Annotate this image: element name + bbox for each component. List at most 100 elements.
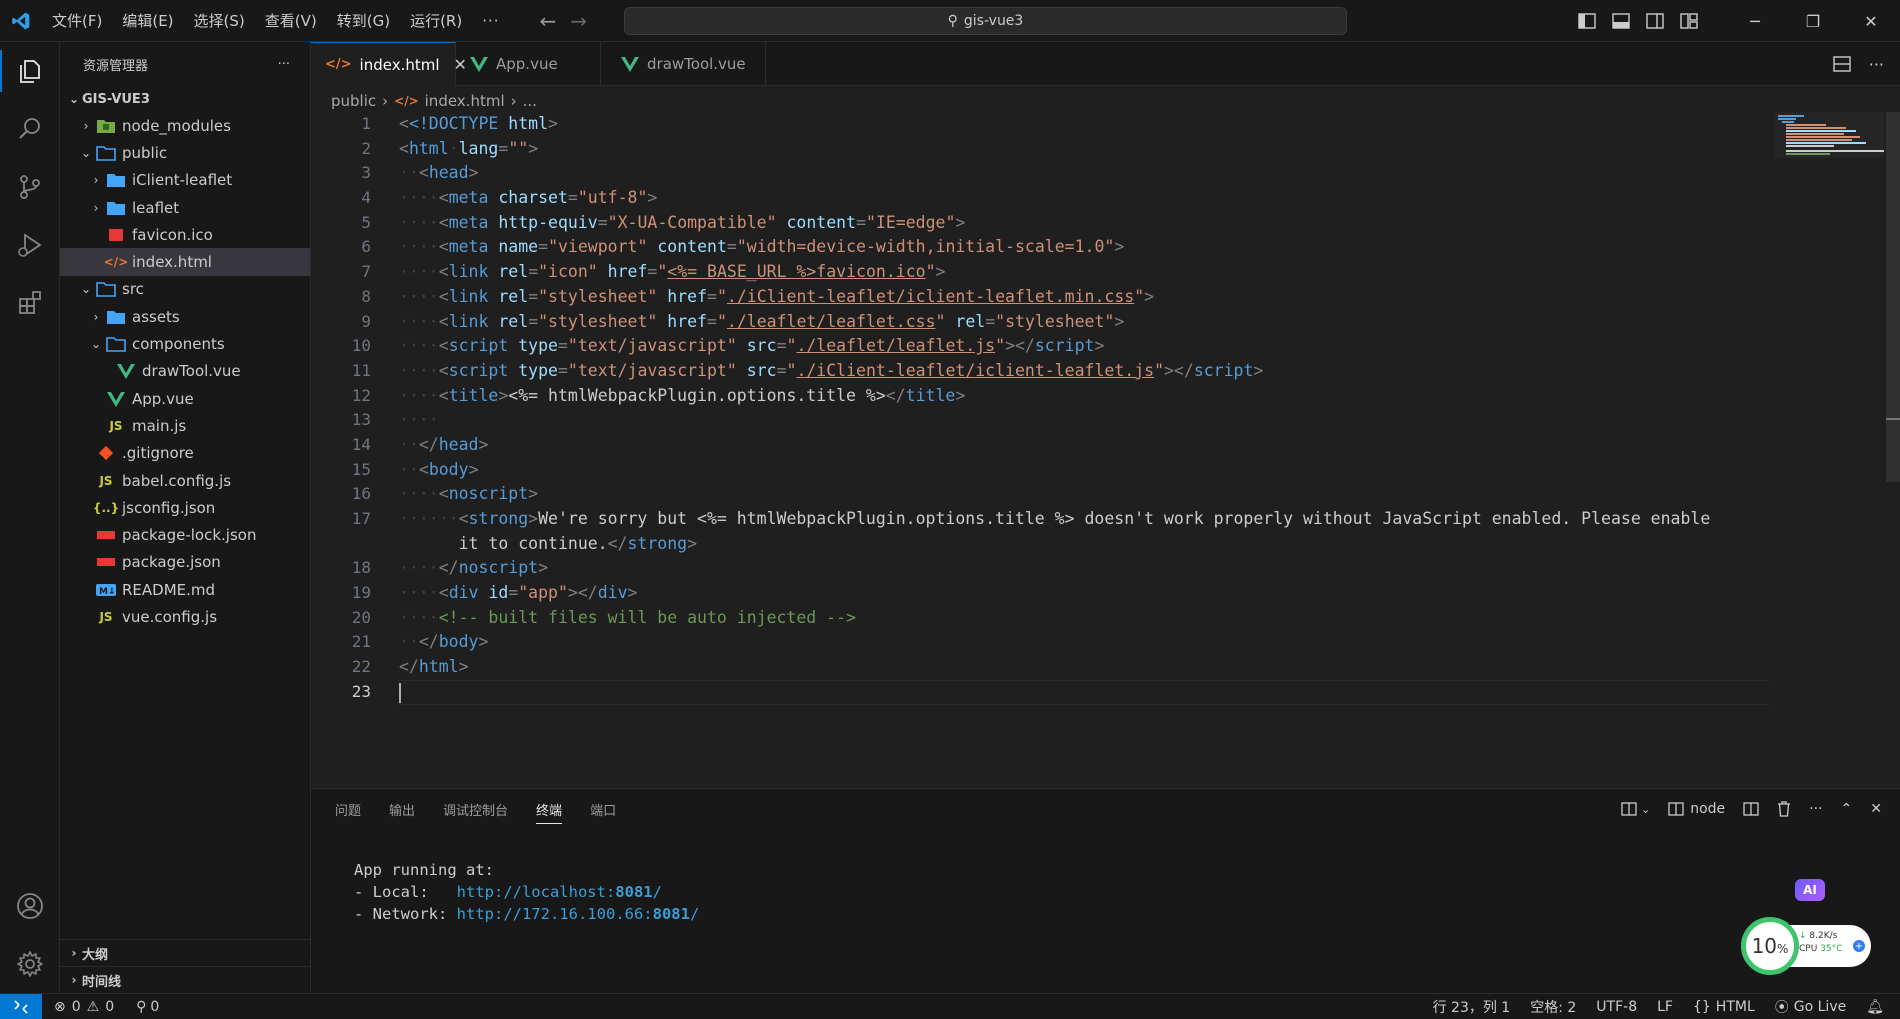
trash-icon[interactable] bbox=[1777, 801, 1791, 817]
encoding[interactable]: UTF-8 bbox=[1596, 999, 1637, 1015]
extensions-activity[interactable] bbox=[0, 274, 60, 332]
tree-item-vue-config[interactable]: JS vue.config.js bbox=[60, 603, 310, 630]
explorer-activity[interactable] bbox=[0, 42, 60, 100]
terminal-instance[interactable]: node bbox=[1668, 801, 1725, 817]
back-arrow-icon[interactable]: ← bbox=[540, 9, 557, 33]
toggle-panel-icon[interactable] bbox=[1612, 13, 1630, 29]
manage-activity[interactable] bbox=[0, 935, 60, 993]
outline-section[interactable]: › 大纲 bbox=[60, 939, 311, 966]
command-center-search[interactable]: ⚲ gis-vue3 bbox=[624, 7, 1347, 35]
breadcrumb-more[interactable]: ... bbox=[523, 92, 537, 110]
run-debug-activity[interactable] bbox=[0, 216, 60, 274]
go-live-label: Go Live bbox=[1793, 999, 1847, 1015]
code-link-token[interactable]: ./leaflet/leaflet.css bbox=[727, 312, 936, 331]
breadcrumb-folder[interactable]: public bbox=[331, 92, 376, 110]
title-bar: 文件(F) 编辑(E) 选择(S) 查看(V) 转到(G) 运行(R) ··· … bbox=[0, 0, 1900, 42]
forward-arrow-icon[interactable]: → bbox=[570, 9, 587, 33]
close-window-button[interactable]: ✕ bbox=[1842, 0, 1900, 42]
bell-icon[interactable]: 🔔︎ bbox=[1866, 999, 1884, 1015]
code-token: script bbox=[1034, 336, 1095, 356]
minimap[interactable] bbox=[1774, 112, 1884, 172]
scrollbar-thumb[interactable] bbox=[1886, 112, 1900, 482]
local-url-link[interactable]: http://localhost:8081/ bbox=[457, 883, 662, 901]
split-editor-icon[interactable] bbox=[1833, 56, 1851, 72]
warning-icon: ⚠ bbox=[86, 998, 100, 1015]
tree-item-gitignore[interactable]: .gitignore bbox=[60, 440, 310, 467]
tree-item-src[interactable]: ⌄ src bbox=[60, 276, 310, 303]
tree-item-main-js[interactable]: JS main.js bbox=[60, 412, 310, 439]
search-activity[interactable] bbox=[0, 100, 60, 158]
tree-item-app-vue[interactable]: App.vue bbox=[60, 385, 310, 412]
tab-ports[interactable]: 端口 bbox=[590, 800, 616, 819]
customize-layout-icon[interactable] bbox=[1680, 13, 1698, 29]
tree-item-assets[interactable]: › assets bbox=[60, 303, 310, 330]
new-terminal-dropdown[interactable]: ⌄ bbox=[1621, 802, 1650, 816]
menu-goto[interactable]: 转到(G) bbox=[327, 0, 400, 42]
tree-item-iclient-leaflet[interactable]: › iClient-leaflet bbox=[60, 167, 310, 194]
end-of-line[interactable]: LF bbox=[1657, 999, 1673, 1015]
close-panel-icon[interactable]: ✕ bbox=[1870, 801, 1882, 817]
menu-more[interactable]: ··· bbox=[472, 0, 509, 42]
code-link-token[interactable]: ./leaflet/leaflet.js bbox=[796, 336, 995, 355]
tree-item-components[interactable]: ⌄ components bbox=[60, 330, 310, 357]
go-live-button[interactable]: ⦿ Go Live bbox=[1775, 997, 1846, 1017]
tree-item-public[interactable]: ⌄ public bbox=[60, 139, 310, 166]
remote-indicator[interactable] bbox=[0, 993, 42, 1019]
menu-run[interactable]: 运行(R) bbox=[400, 0, 472, 42]
timeline-section[interactable]: › 时间线 bbox=[60, 966, 311, 993]
tab-problems[interactable]: 问题 bbox=[335, 800, 361, 819]
terminal-output[interactable]: App running at: - Local: http://localhost… bbox=[354, 859, 699, 925]
ai-assistant-badge[interactable]: AI bbox=[1795, 879, 1825, 901]
code-line-wrapped: it to continue.</strong> bbox=[458, 533, 698, 553]
tree-item-package-json[interactable]: package.json bbox=[60, 549, 310, 576]
tree-item-package-lock[interactable]: package-lock.json bbox=[60, 521, 310, 548]
tab-index-html[interactable]: </> index.html ✕ bbox=[311, 42, 467, 86]
more-actions-icon[interactable]: ··· bbox=[1869, 55, 1884, 74]
menu-edit[interactable]: 编辑(E) bbox=[112, 0, 183, 42]
tree-item-favicon[interactable]: favicon.ico bbox=[60, 221, 310, 248]
code-editor[interactable]: 1 2 3 4 5 6 7 8 9 10 11 12 13 14 15 16 1… bbox=[311, 112, 1900, 788]
tab-debug-console[interactable]: 调试控制台 bbox=[443, 800, 508, 819]
minimize-button[interactable]: ─ bbox=[1726, 0, 1784, 42]
tab-drawtool-vue[interactable]: drawTool.vue bbox=[601, 42, 766, 86]
code-link-token[interactable]: ./iClient-leaflet/iclient-leaflet.js bbox=[796, 361, 1154, 380]
tree-item-drawtool-vue[interactable]: drawTool.vue bbox=[60, 358, 310, 385]
breadcrumb-file[interactable]: index.html bbox=[425, 92, 505, 110]
language-mode[interactable]: {} HTML bbox=[1693, 999, 1755, 1015]
ports-indicator[interactable]: ⚲ 0 bbox=[136, 999, 159, 1015]
tree-item-jsconfig[interactable]: {..} jsconfig.json bbox=[60, 494, 310, 521]
network-url-link[interactable]: http://172.16.100.66:8081/ bbox=[457, 905, 700, 923]
more-actions-icon[interactable]: ··· bbox=[1809, 801, 1822, 817]
toggle-primary-sidebar-icon[interactable] bbox=[1578, 13, 1596, 29]
tab-app-vue[interactable]: App.vue bbox=[456, 42, 601, 86]
source-control-activity[interactable] bbox=[0, 158, 60, 216]
code-link-token[interactable]: <%= BASE_URL %>favicon.ico bbox=[667, 262, 925, 281]
tree-item-readme[interactable]: M↓ README.md bbox=[60, 576, 310, 603]
indentation[interactable]: 空格: 2 bbox=[1530, 997, 1576, 1017]
workspace-root[interactable]: ⌄ GIS-VUE3 bbox=[60, 86, 310, 112]
html-file-icon: </> bbox=[103, 255, 129, 270]
tree-item-index-html[interactable]: </> index.html bbox=[60, 248, 310, 276]
split-terminal-icon[interactable] bbox=[1743, 802, 1759, 816]
tree-item-node-modules[interactable]: › node_modules bbox=[60, 112, 310, 139]
accounts-activity[interactable] bbox=[0, 877, 60, 935]
monitor-plus-icon[interactable]: + bbox=[1851, 938, 1867, 954]
tree-item-babel-config[interactable]: JS babel.config.js bbox=[60, 467, 310, 494]
menu-selection[interactable]: 选择(S) bbox=[184, 0, 255, 42]
folder-icon bbox=[104, 309, 128, 325]
tree-item-leaflet[interactable]: › leaflet bbox=[60, 194, 310, 221]
code-line: ····<link rel="stylesheet" href="./leafl… bbox=[399, 311, 1125, 331]
code-token: meta bbox=[448, 212, 489, 232]
toggle-secondary-sidebar-icon[interactable] bbox=[1646, 13, 1664, 29]
maximize-panel-icon[interactable]: ⌃ bbox=[1841, 801, 1853, 817]
menu-file[interactable]: 文件(F) bbox=[42, 0, 112, 42]
cursor-position[interactable]: 行 23，列 1 bbox=[1433, 997, 1511, 1017]
problems-indicator[interactable]: ⊗ 0 ⚠ 0 bbox=[54, 999, 114, 1015]
menu-view[interactable]: 查看(V) bbox=[255, 0, 327, 42]
more-actions-icon[interactable]: ··· bbox=[278, 57, 290, 72]
tab-terminal[interactable]: 终端 bbox=[536, 800, 563, 824]
tab-output[interactable]: 输出 bbox=[389, 800, 415, 819]
code-link-token[interactable]: ./iClient-leaflet/iclient-leaflet.min.cs… bbox=[727, 287, 1134, 306]
restore-button[interactable]: ❐ bbox=[1784, 0, 1842, 42]
editor-scrollbar[interactable] bbox=[1886, 112, 1900, 788]
